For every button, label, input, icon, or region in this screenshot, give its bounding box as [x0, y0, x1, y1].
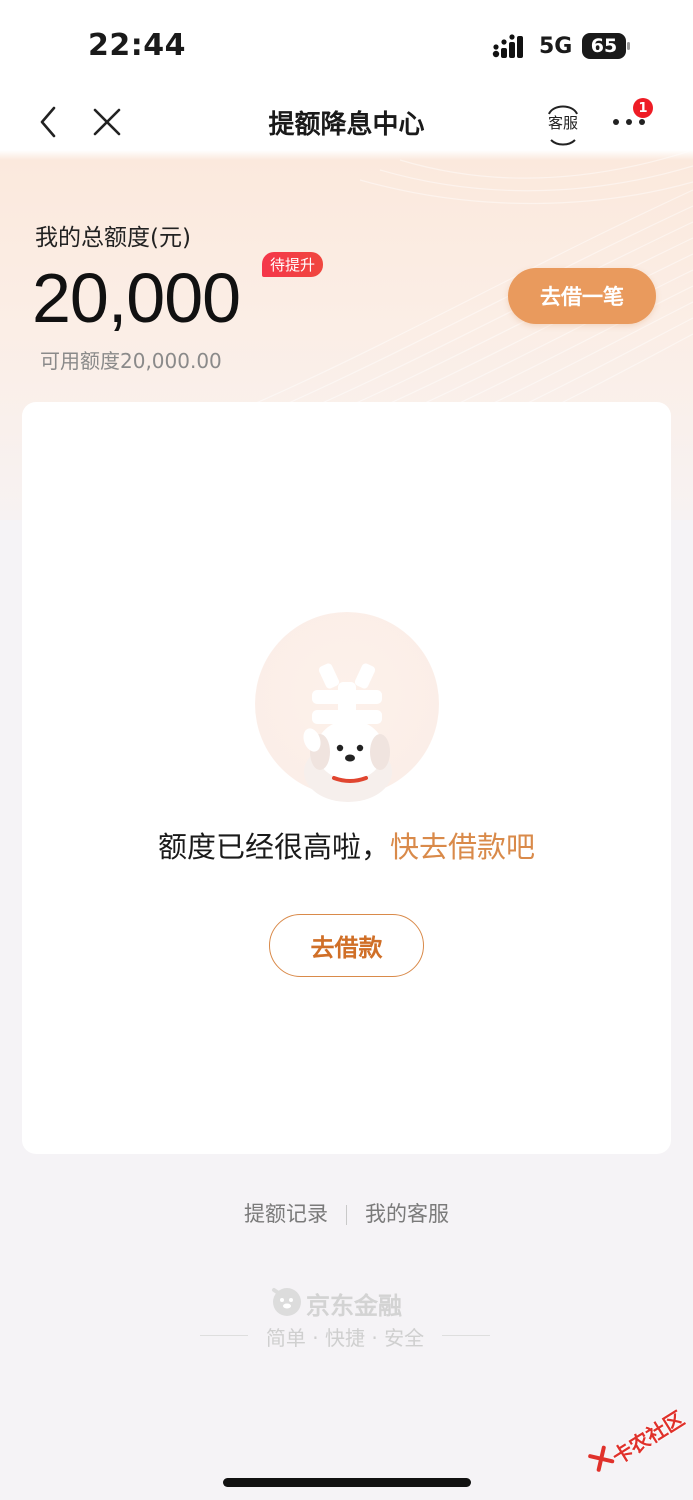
status-bar: 22:44 5G 65	[0, 0, 693, 90]
jd-finance-logo-icon	[272, 1288, 301, 1316]
signal-icon	[492, 34, 523, 58]
credit-history-link[interactable]: 提额记录	[244, 1202, 328, 1226]
total-credit-label: 我的总额度(元)	[35, 225, 191, 251]
customer-service-label: 客服	[547, 114, 578, 132]
status-message-text: 额度已经很高啦，	[157, 830, 390, 864]
battery-cap	[627, 42, 630, 50]
go-loan-button[interactable]: 去借款	[269, 914, 424, 977]
available-credit: 可用额度20,000.00	[40, 349, 222, 373]
nav-bar: 提额降息中心 客服	[0, 90, 693, 156]
page-title: 提额降息中心	[268, 110, 425, 140]
status-message-highlight: 快去借款吧	[390, 830, 536, 864]
network-type: 5G	[539, 34, 573, 59]
footer-links: 提额记录 我的客服	[0, 1198, 693, 1228]
pending-increase-tag: 待提升	[262, 252, 324, 277]
my-service-link[interactable]: 我的客服	[365, 1202, 449, 1226]
notification-badge: 1	[633, 98, 653, 118]
brand-name: 京东金融	[306, 1292, 402, 1320]
home-indicator[interactable]	[223, 1478, 471, 1487]
status-message: 额度已经很高啦，快去借款吧	[0, 824, 693, 866]
borrow-button[interactable]: 去借一笔	[508, 268, 656, 324]
mascot-illustration	[255, 612, 439, 802]
battery-level: 65	[582, 33, 626, 59]
battery-icon: 65	[582, 33, 630, 59]
watermark: 卡农社区	[574, 1384, 693, 1500]
status-time: 22:44	[88, 28, 186, 63]
watermark-text: 卡农社区	[607, 1406, 689, 1470]
total-credit-amount: 20,000	[32, 259, 241, 337]
customer-service-button[interactable]: 客服	[543, 102, 583, 146]
link-divider	[346, 1205, 347, 1225]
slogan-text: 简单 · 快捷 · 安全	[265, 1326, 425, 1350]
slogan: 简单 · 快捷 · 安全	[200, 1322, 490, 1350]
